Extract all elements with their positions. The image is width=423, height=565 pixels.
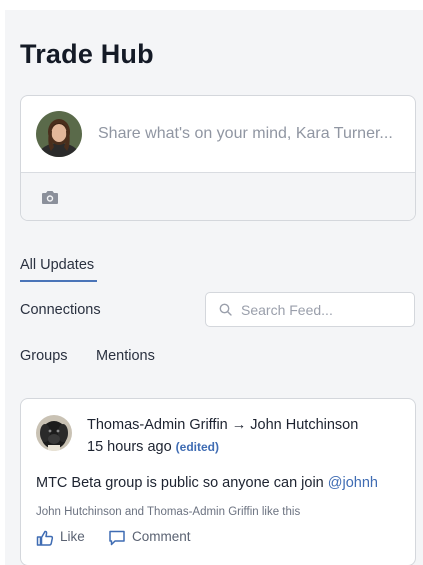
composer-placeholder: Share what's on your mind, Kara Turner..… bbox=[98, 125, 393, 142]
like-label: Like bbox=[60, 529, 85, 544]
post-body: MTC Beta group is public so anyone can j… bbox=[36, 475, 378, 491]
camera-icon[interactable] bbox=[41, 190, 59, 210]
composer-input-area[interactable]: Share what's on your mind, Kara Turner..… bbox=[21, 96, 415, 173]
page: Trade Hub Share what's on your mind, Kar… bbox=[5, 10, 423, 565]
tab-active-indicator bbox=[20, 280, 97, 282]
post-timestamp: 15 hours ago (edited) bbox=[87, 439, 219, 455]
avatar bbox=[36, 111, 82, 157]
likes-summary[interactable]: John Hutchinson and Thomas-Admin Griffin… bbox=[36, 506, 300, 518]
post-time-text: 15 hours ago bbox=[87, 439, 172, 455]
page-title: Trade Hub bbox=[20, 39, 154, 69]
comment-label: Comment bbox=[132, 529, 191, 544]
tab-connections[interactable]: Connections bbox=[20, 302, 101, 318]
edited-badge[interactable]: (edited) bbox=[176, 440, 219, 454]
tab-mentions[interactable]: Mentions bbox=[96, 348, 155, 364]
composer-toolbar bbox=[21, 173, 415, 220]
post-body-text: MTC Beta group is public so anyone can j… bbox=[36, 475, 328, 491]
feed-post: Thomas-Admin Griffin → John Hutchinson 1… bbox=[20, 398, 416, 565]
post-author-avatar[interactable] bbox=[36, 415, 72, 451]
search-feed[interactable]: Search Feed... bbox=[205, 292, 415, 327]
post-composer: Share what's on your mind, Kara Turner..… bbox=[20, 95, 416, 221]
tab-groups[interactable]: Groups bbox=[20, 348, 68, 364]
tab-all-updates[interactable]: All Updates bbox=[20, 257, 94, 273]
post-author[interactable]: Thomas-Admin Griffin → John Hutchinson bbox=[87, 417, 358, 433]
search-icon bbox=[219, 303, 232, 316]
search-input[interactable]: Search Feed... bbox=[241, 302, 333, 318]
mention-link[interactable]: @johnh bbox=[328, 475, 378, 491]
comment-icon bbox=[109, 530, 125, 546]
thumbs-up-icon bbox=[36, 530, 54, 546]
